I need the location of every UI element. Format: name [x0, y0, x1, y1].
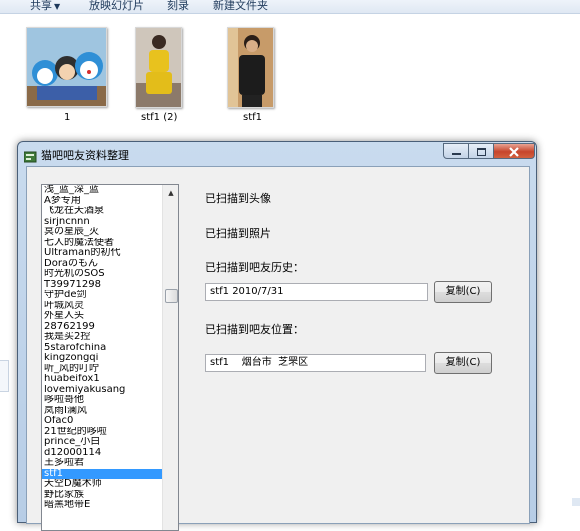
list-item[interactable]: 28762199 — [42, 322, 162, 333]
list-item[interactable]: sirjncnnn — [42, 217, 162, 228]
list-item[interactable]: 守护de剑 — [42, 290, 162, 301]
side-panel-edge — [0, 360, 9, 392]
list-item[interactable]: 哆啦哥他 — [42, 395, 162, 406]
person-photo-icon — [136, 28, 181, 107]
list-item[interactable]: 我是买2控 — [42, 332, 162, 343]
list-item[interactable]: huabeifox1 — [42, 374, 162, 385]
file-name-stf1-2[interactable]: stf1 (2) — [141, 112, 177, 123]
app-window: 猫吧吧友资料整理 浅_蓝_深_蓝 A梦专用 飞龙在天酒泉 sirjncnnn 冥の星辰_… — [17, 141, 537, 531]
copy-history-button[interactable]: 复制(C) — [434, 281, 492, 303]
list-item[interactable]: 时光机のSOS — [42, 269, 162, 280]
app-icon — [23, 148, 37, 163]
list-item[interactable]: 岚雨I澜风 — [42, 406, 162, 417]
location-label: 已扫描到吧友位置： — [205, 323, 304, 336]
maximize-button[interactable] — [468, 143, 494, 159]
file-thumbnail-stf1-2[interactable] — [135, 27, 182, 108]
history-field[interactable]: stf1 2010/7/31 — [205, 283, 428, 301]
list-item[interactable]: 飞龙在天酒泉 — [42, 206, 162, 217]
close-button[interactable] — [493, 143, 535, 159]
toolbar-slideshow-button[interactable]: 放映幻灯片 — [89, 0, 144, 13]
list-item[interactable]: 天空D魔术师 — [42, 479, 162, 490]
scroll-thumb[interactable] — [165, 289, 178, 303]
history-label: 已扫描到吧友历史： — [205, 261, 304, 274]
explorer-toolbar: 共享 ▼ 放映幻灯片 刻录 新建文件夹 — [0, 0, 580, 14]
close-icon — [509, 147, 519, 157]
list-scrollbar[interactable]: ▲ — [162, 185, 178, 530]
file-name-1[interactable]: 1 — [64, 112, 70, 123]
list-item[interactable]: 5starofchina — [42, 343, 162, 354]
minimize-button[interactable] — [443, 143, 469, 159]
photo-status-label: 已扫描到照片 — [205, 227, 271, 240]
window-corner — [572, 498, 580, 506]
chevron-down-icon: ▼ — [54, 2, 61, 11]
list-item[interactable]: Ofac0 — [42, 416, 162, 427]
list-item[interactable]: prince_小白 — [42, 437, 162, 448]
member-list: 浅_蓝_深_蓝 A梦专用 飞龙在天酒泉 sirjncnnn 冥の星辰_灭 七人的魔法使者 U… — [42, 185, 162, 511]
avatar-status-label: 已扫描到头像 — [205, 192, 271, 205]
list-item[interactable]: 21世纪的哆啦 — [42, 427, 162, 438]
file-thumbnail-stf1[interactable] — [227, 27, 274, 108]
list-item[interactable]: Ultraman的初代 — [42, 248, 162, 259]
list-item[interactable]: kingzongqi — [42, 353, 162, 364]
list-item[interactable]: lovemiyakusang — [42, 385, 162, 396]
file-thumbnail-1[interactable] — [26, 27, 107, 107]
list-item[interactable]: 野比家族 — [42, 490, 162, 501]
list-item[interactable]: 浅_蓝_深_蓝 — [42, 185, 162, 196]
list-item[interactable]: stf1 — [42, 468, 162, 479]
list-item[interactable]: 冥の星辰_灭 — [42, 227, 162, 238]
member-listbox[interactable]: 浅_蓝_深_蓝 A梦专用 飞龙在天酒泉 sirjncnnn 冥の星辰_灭 七人的魔法使者 U… — [41, 184, 179, 531]
list-item[interactable]: d12000114 — [42, 448, 162, 459]
file-name-stf1[interactable]: stf1 — [243, 112, 262, 123]
toolbar-new-folder-button[interactable]: 新建文件夹 — [213, 0, 268, 13]
toolbar-burn-button[interactable]: 刻录 — [167, 0, 189, 13]
window-title: 猫吧吧友资料整理 — [41, 149, 129, 162]
list-item[interactable]: T39971298 — [42, 280, 162, 291]
list-item[interactable]: 七人的魔法使者 — [42, 238, 162, 249]
list-item[interactable]: A梦专用 — [42, 196, 162, 207]
list-item[interactable]: 王多啦君 — [42, 458, 162, 469]
list-item[interactable]: 暗黑地带E — [42, 500, 162, 511]
minimize-icon — [452, 153, 461, 155]
toolbar-share-label: 共享 — [30, 0, 52, 12]
copy-location-button[interactable]: 复制(C) — [434, 352, 492, 374]
window-client-area: 浅_蓝_深_蓝 A梦专用 飞龙在天酒泉 sirjncnnn 冥の星辰_灭 七人的魔法使者 U… — [26, 166, 530, 531]
person-photo-icon — [228, 28, 273, 107]
list-item[interactable]: 听_风的叮咛 — [42, 364, 162, 375]
list-item[interactable]: Doraのもん — [42, 259, 162, 270]
scroll-up-arrow-icon[interactable]: ▲ — [163, 185, 178, 201]
list-item[interactable]: 外星人头 — [42, 311, 162, 322]
doraemon-image-icon — [27, 28, 106, 106]
maximize-icon — [477, 148, 486, 156]
location-field[interactable]: stf1 烟台市 芝罘区 — [205, 354, 426, 372]
toolbar-share-button[interactable]: 共享 ▼ — [30, 0, 60, 13]
list-item[interactable]: 叶城风灵 — [42, 301, 162, 312]
